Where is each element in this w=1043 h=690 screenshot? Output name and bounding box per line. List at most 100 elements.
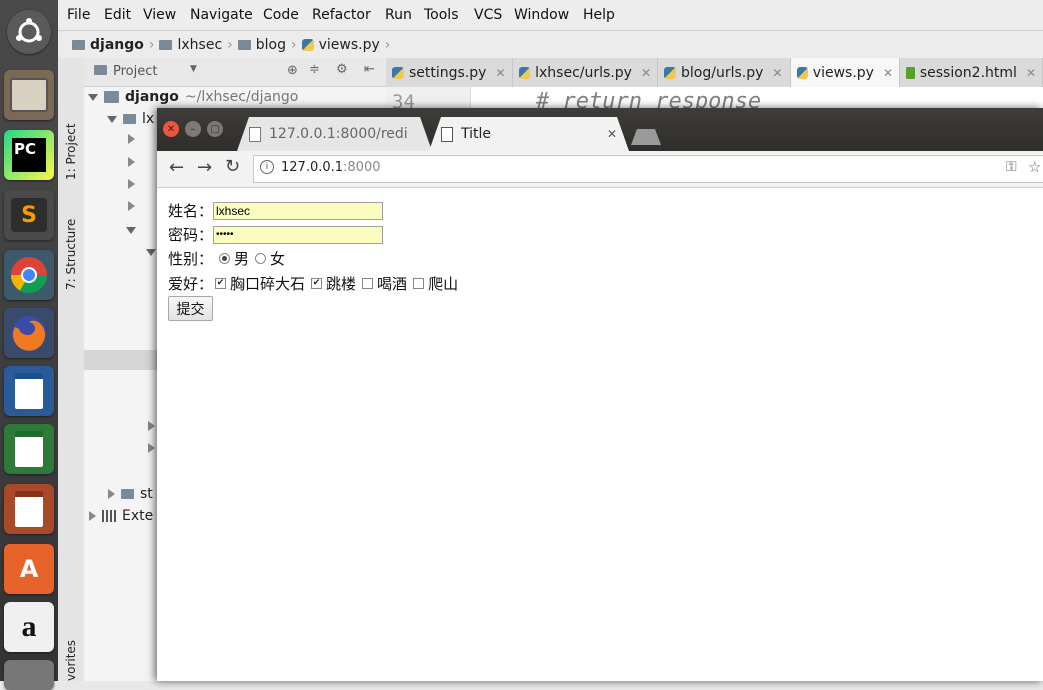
writer-icon[interactable] <box>4 366 54 416</box>
gender-option-label: 男 <box>234 250 250 268</box>
python-file-icon <box>797 66 808 79</box>
breadcrumb: django › lxhsec › blog › views.py › <box>58 31 1043 59</box>
hobby-checkbox[interactable]: ✔ <box>215 278 227 289</box>
key-icon[interactable]: ⚿ <box>1006 159 1017 175</box>
reload-icon[interactable]: ↻ <box>225 156 240 177</box>
breadcrumb-lxhsec[interactable]: lxhsec <box>177 37 222 53</box>
chevron-down-icon[interactable]: ▼ <box>190 64 197 74</box>
pycharm-icon[interactable]: PC <box>4 130 54 180</box>
browser-tab-title[interactable]: Title ✕ <box>429 117 629 151</box>
locate-icon[interactable]: ⊕ <box>287 63 298 78</box>
menu-code[interactable]: Code <box>263 7 299 23</box>
menu-navigate[interactable]: Navigate <box>190 7 253 23</box>
pycharm-text: PC <box>12 138 46 172</box>
chevron-down-icon <box>107 115 117 123</box>
gender-row: 性别： 男 女 <box>168 248 285 269</box>
submit-button[interactable]: 提交 <box>168 296 213 321</box>
minimize-window-icon[interactable]: – <box>185 121 201 137</box>
tab-lxhsec-urls[interactable]: lxhsec/urls.py ✕ <box>513 58 658 87</box>
ide-menubar: File Edit View Navigate Code Refactor Ru… <box>58 0 1043 31</box>
sublime-icon[interactable]: S <box>4 190 54 240</box>
page-content: 姓名： 密码： 性别： 男 女 爱好： ✔ 胸口碎大石 ✔ 跳楼 喝酒 爬山 提… <box>157 188 1043 681</box>
close-icon[interactable]: ✕ <box>883 66 893 80</box>
menu-tools[interactable]: Tools <box>424 7 459 23</box>
name-input[interactable] <box>213 201 384 220</box>
menu-refactor[interactable]: Refactor <box>312 7 371 23</box>
breadcrumb-views[interactable]: views.py <box>319 37 380 53</box>
software-center-icon[interactable]: A <box>4 544 54 594</box>
firefox-icon[interactable] <box>4 308 54 358</box>
tab-settings-py[interactable]: settings.py ✕ <box>386 58 513 87</box>
menu-run[interactable]: Run <box>385 7 412 23</box>
tree-expander[interactable] <box>128 133 135 148</box>
tree-root[interactable]: django ~/lxhsec/django <box>88 89 298 105</box>
address-bar[interactable]: i 127.0.0.1:8000 ⚿ ☆ <box>253 155 1043 183</box>
close-icon[interactable]: ✕ <box>1026 66 1036 80</box>
breadcrumb-blog[interactable]: blog <box>256 37 286 53</box>
tree-expander[interactable] <box>128 156 135 171</box>
menu-window[interactable]: Window <box>514 7 569 23</box>
password-row: 密码： <box>168 224 384 245</box>
forward-arrow-icon[interactable]: → <box>197 157 212 178</box>
menu-vcs[interactable]: VCS <box>474 7 502 23</box>
maximize-window-icon[interactable]: □ <box>207 121 223 137</box>
editor-tab-bar: settings.py ✕ lxhsec/urls.py ✕ blog/urls… <box>386 58 1043 88</box>
new-tab-button[interactable] <box>631 129 661 145</box>
hide-icon[interactable]: ⇤ <box>364 62 375 77</box>
menu-file[interactable]: File <box>67 7 90 23</box>
files-icon[interactable] <box>4 70 54 120</box>
star-icon[interactable]: ☆ <box>1028 158 1041 176</box>
tree-item-static[interactable]: st <box>108 486 153 502</box>
amazon-icon[interactable]: a <box>4 602 54 652</box>
impress-icon[interactable] <box>4 484 54 534</box>
close-icon[interactable]: ✕ <box>495 66 505 80</box>
tab-session2-html[interactable]: session2.html ✕ <box>900 58 1043 87</box>
tree-item-lxhsec[interactable]: lx <box>107 111 154 127</box>
close-icon[interactable]: ✕ <box>772 66 782 80</box>
tree-expander[interactable] <box>126 223 136 238</box>
hobby-checkbox[interactable] <box>362 278 374 289</box>
project-view-label[interactable]: Project <box>113 64 157 79</box>
menu-edit[interactable]: Edit <box>104 7 131 23</box>
ubuntu-dash-icon[interactable] <box>7 10 51 54</box>
gender-radio-male[interactable] <box>219 253 231 264</box>
close-icon[interactable]: ✕ <box>641 66 651 80</box>
back-arrow-icon[interactable]: ← <box>169 157 184 178</box>
chevron-down-icon <box>126 227 136 234</box>
tree-expander[interactable] <box>148 442 155 457</box>
tree-expander[interactable] <box>128 200 135 215</box>
browser-tab-redirect[interactable]: 127.0.0.1:8000/redi <box>237 117 432 151</box>
tree-expander[interactable] <box>148 420 155 435</box>
password-label: 密码： <box>168 226 214 244</box>
folder-icon <box>237 40 251 50</box>
tab-blog-urls[interactable]: blog/urls.py ✕ <box>658 58 791 87</box>
settings-icon[interactable] <box>4 660 54 690</box>
structure-tool-tab[interactable]: 7: Structure <box>64 219 78 290</box>
page-icon <box>249 126 261 142</box>
browser-tab-label: Title <box>461 126 492 142</box>
python-file-icon <box>519 66 531 79</box>
tree-expander[interactable] <box>128 178 135 193</box>
software-center-text: A <box>19 555 39 583</box>
breadcrumb-django[interactable]: django <box>90 37 144 53</box>
menu-view[interactable]: View <box>143 7 176 23</box>
favorites-tool-tab[interactable]: vorites <box>64 640 78 681</box>
tree-expander[interactable] <box>146 245 156 260</box>
chevron-right-icon <box>128 134 135 144</box>
hobby-checkbox[interactable]: ✔ <box>311 278 323 289</box>
gender-radio-female[interactable] <box>255 253 267 264</box>
info-icon[interactable]: i <box>260 160 274 174</box>
tree-item-external-libraries[interactable]: Exte <box>89 508 153 524</box>
tree-item-lxhsec-label: lx <box>142 111 155 127</box>
tab-views-py[interactable]: views.py ✕ <box>791 58 900 87</box>
password-input[interactable] <box>213 225 384 244</box>
chrome-icon[interactable] <box>4 250 54 300</box>
close-icon[interactable]: ✕ <box>607 127 617 141</box>
project-tool-tab[interactable]: 1: Project <box>64 123 78 180</box>
calc-icon[interactable] <box>4 424 54 474</box>
collapse-icon[interactable]: ≑ <box>309 62 320 77</box>
hobby-checkbox[interactable] <box>413 278 425 289</box>
close-window-icon[interactable]: ✕ <box>163 121 179 137</box>
gear-icon[interactable]: ⚙ <box>336 62 348 77</box>
menu-help[interactable]: Help <box>583 7 615 23</box>
